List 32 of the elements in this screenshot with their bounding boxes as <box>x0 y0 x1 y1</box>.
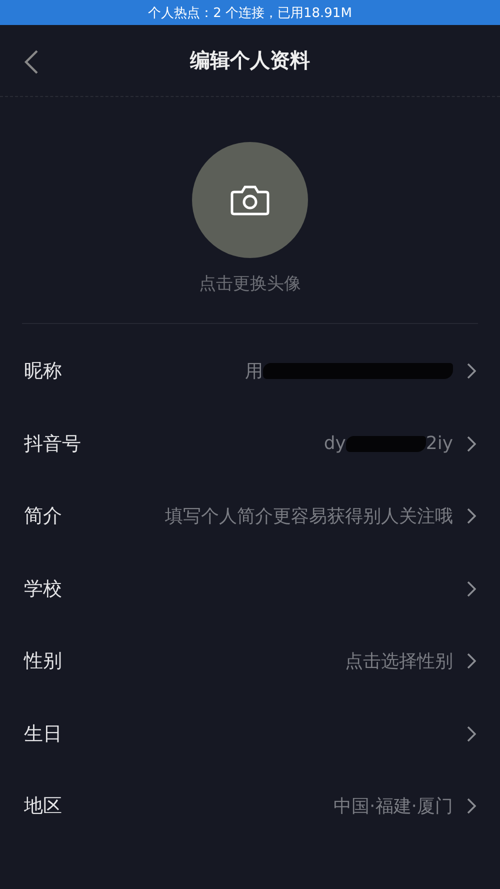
field-label: 性别 <box>24 649 62 674</box>
chevron-right-icon <box>467 726 476 742</box>
profile-row[interactable]: 昵称 用 <box>0 335 500 408</box>
field-label: 学校 <box>24 576 62 602</box>
field-value: dy <box>324 433 346 454</box>
chevron-right-icon <box>467 580 476 597</box>
field-value: 中国·福建·厦门 <box>334 795 453 818</box>
field-value: 用 <box>245 360 263 384</box>
camera-icon <box>230 184 270 216</box>
page-title: 编辑个人资料 <box>190 47 310 74</box>
profile-row[interactable]: 抖音号 dy 2iy <box>0 408 500 480</box>
profile-row[interactable]: 简介 填写个人简介更容易获得别人关注哦 <box>0 480 500 552</box>
field-label: 生日 <box>24 722 62 747</box>
field-value: 点击选择性别 <box>345 650 453 674</box>
chevron-right-icon <box>467 798 476 814</box>
field-label: 昵称 <box>24 359 62 384</box>
profile-row[interactable]: 学校 <box>0 552 500 625</box>
chevron-right-icon <box>467 363 476 380</box>
profile-row[interactable]: 生日 <box>0 698 500 770</box>
profile-row[interactable]: 地区 中国·福建·厦门 <box>0 770 500 842</box>
field-label: 抖音号 <box>24 432 81 457</box>
status-text: 个人热点：2 个连接，已用18.91M <box>148 4 352 22</box>
profile-row[interactable]: 性别 点击选择性别 <box>0 625 500 698</box>
chevron-right-icon <box>467 653 476 670</box>
chevron-right-icon <box>467 508 476 524</box>
field-value: 填写个人简介更容易获得别人关注哦 <box>165 505 453 528</box>
chevron-right-icon <box>467 436 476 452</box>
field-label: 地区 <box>24 794 62 820</box>
field-label: 简介 <box>24 504 62 530</box>
back-icon[interactable] <box>22 49 40 75</box>
change-avatar-label: 点击更换头像 <box>199 273 301 295</box>
field-value: 2iy <box>426 433 453 454</box>
